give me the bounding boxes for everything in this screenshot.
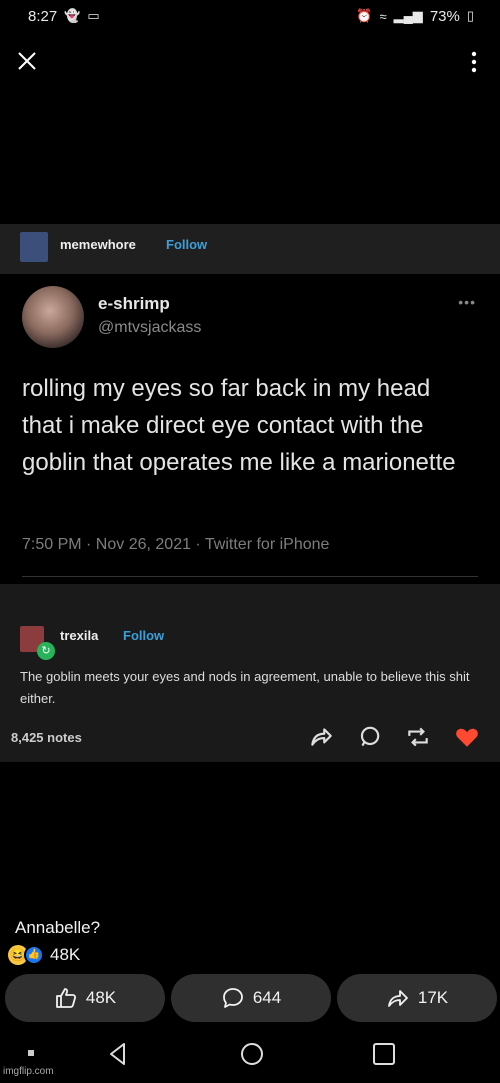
comment-icon bbox=[222, 988, 243, 1008]
status-left: 8:27 👻 ▭ bbox=[28, 8, 100, 25]
thumbs-up-icon bbox=[55, 988, 76, 1008]
reblogger-follow-label: Follow bbox=[123, 628, 165, 643]
status-bar: 8:27 👻 ▭ ⏰ ≈ ▂▄▆ 73% ▯ bbox=[0, 0, 500, 32]
reblogger-name: trexila bbox=[60, 628, 99, 643]
nav-indicator-icon bbox=[28, 1050, 34, 1056]
like-count: 48K bbox=[85, 988, 117, 1007]
tweet-divider bbox=[22, 576, 478, 577]
tweet-card: e-shrimp @mtvsjackass ••• rolling my eye… bbox=[0, 274, 500, 584]
home-icon[interactable] bbox=[238, 1040, 266, 1068]
signal-icon: ▂▄▆ bbox=[393, 8, 423, 23]
notes-count: 8,425 notes bbox=[11, 730, 82, 745]
screen-icon: ▭ bbox=[87, 8, 100, 23]
comment-button[interactable]: 644 bbox=[171, 974, 331, 1022]
post-image[interactable]: memewhore Follow e-shrimp @mtvsjackass •… bbox=[0, 224, 500, 762]
tweet-author-handle: @mtvsjackass bbox=[98, 319, 202, 336]
poster-avatar bbox=[20, 232, 48, 262]
battery-percent: 73% bbox=[429, 7, 460, 25]
share-button[interactable]: 17K bbox=[337, 974, 497, 1022]
like-reaction-icon: 👍 bbox=[24, 945, 44, 965]
battery-icon: ▯ bbox=[466, 8, 474, 23]
imgflip-watermark: imgflip.com bbox=[3, 1066, 54, 1077]
recent-apps-icon[interactable] bbox=[370, 1040, 398, 1068]
tweet-more-icon: ••• bbox=[458, 294, 476, 310]
heart-icon bbox=[456, 728, 478, 747]
share-arrow-icon bbox=[311, 728, 332, 746]
poster-follow-label: Follow bbox=[166, 237, 208, 252]
tweet-meta: 7:50 PM · Nov 26, 2021 · Twitter for iPh… bbox=[22, 536, 330, 553]
reply-bubble-icon bbox=[360, 726, 380, 747]
share-icon bbox=[387, 990, 408, 1007]
tweet-text: rolling my eyes so far back in my head t… bbox=[22, 375, 456, 476]
viewer-top-bar bbox=[0, 40, 500, 84]
back-icon[interactable] bbox=[104, 1040, 132, 1068]
status-time: 8:27 bbox=[28, 7, 58, 25]
like-button[interactable]: 48K bbox=[5, 974, 165, 1022]
reactions-summary[interactable]: 😆 👍 48K bbox=[8, 945, 80, 965]
comment-count: 644 bbox=[252, 988, 282, 1007]
reaction-count: 48K bbox=[50, 945, 81, 964]
wifi-icon: ≈ bbox=[379, 8, 387, 24]
tumblr-poster-row: memewhore Follow bbox=[0, 224, 500, 274]
android-nav-bar bbox=[0, 1030, 500, 1083]
more-options-icon[interactable] bbox=[470, 50, 478, 74]
tweet-author-name: e-shrimp bbox=[98, 294, 170, 313]
tumblr-reblog: ↻ trexila Follow The goblin meets your e… bbox=[0, 584, 500, 762]
reblog-badge-icon: ↻ bbox=[37, 642, 55, 660]
status-right: ⏰ ≈ ▂▄▆ 73% ▯ bbox=[356, 8, 474, 25]
reblog-icon bbox=[408, 727, 428, 747]
alarm-icon: ⏰ bbox=[356, 8, 373, 23]
close-icon[interactable] bbox=[14, 48, 40, 74]
poster-name: memewhore bbox=[60, 237, 136, 252]
reblog-text: The goblin meets your eyes and nods in a… bbox=[20, 669, 470, 706]
share-count: 17K bbox=[417, 988, 449, 1007]
snapchat-icon: 👻 bbox=[64, 8, 81, 23]
post-caption: Annabelle? bbox=[15, 918, 101, 937]
tweet-avatar bbox=[22, 286, 84, 348]
